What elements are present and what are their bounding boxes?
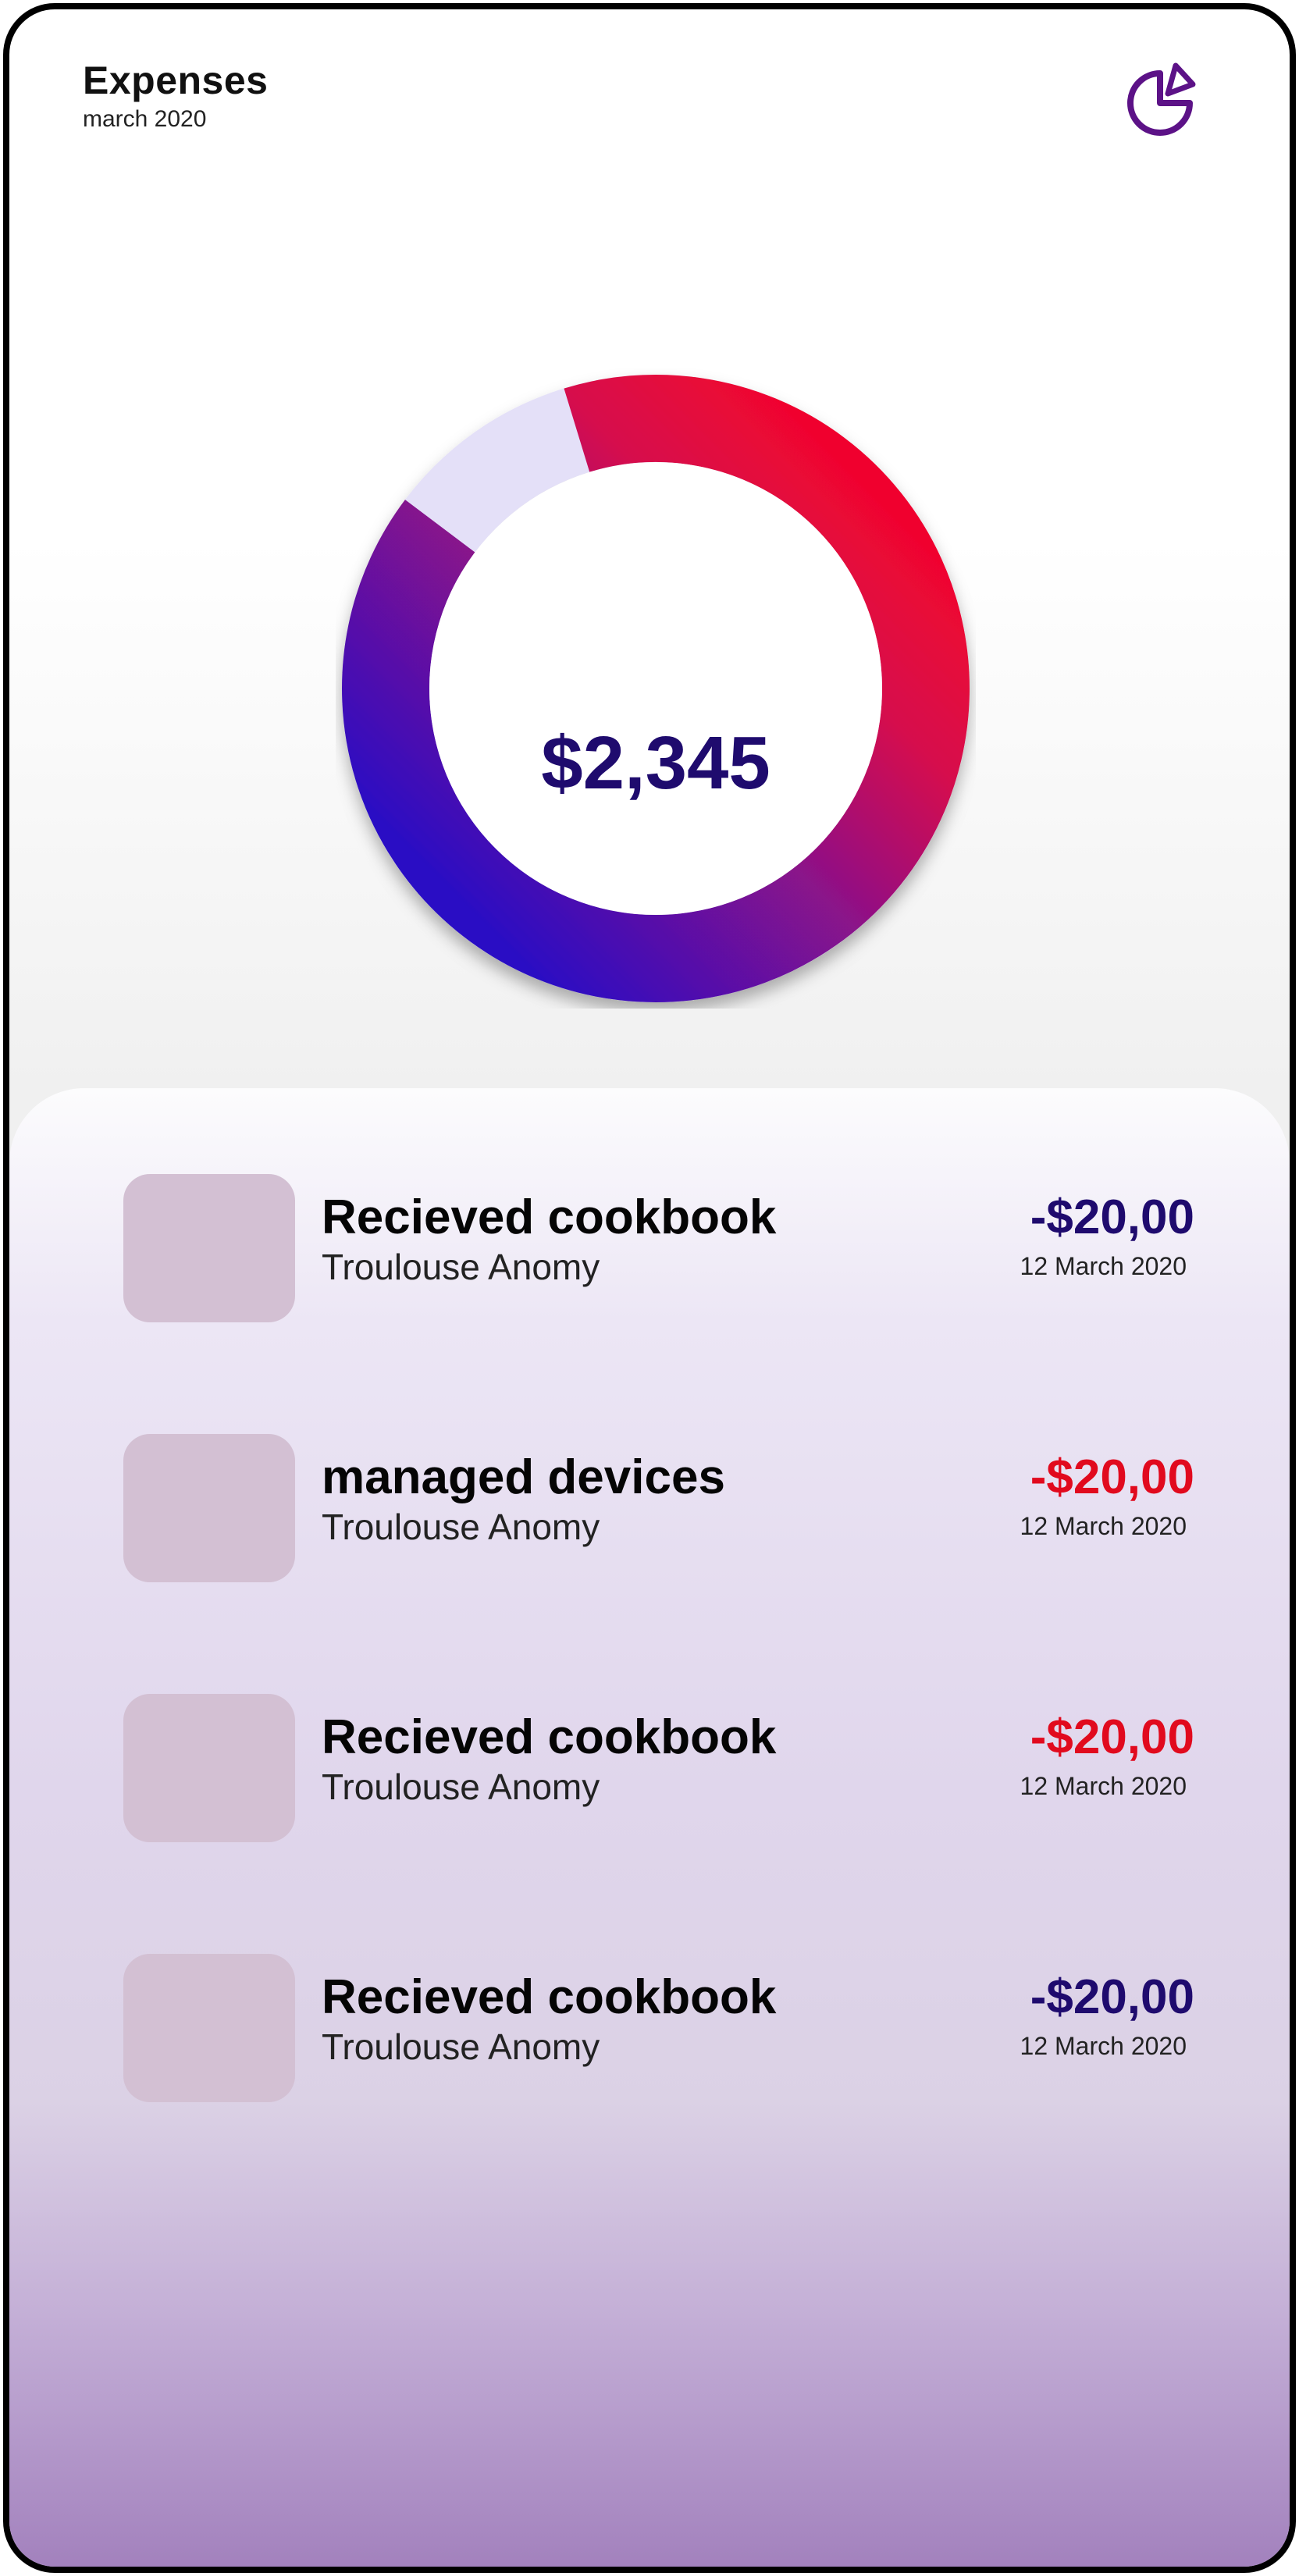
transaction-thumbnail [123,1174,295,1322]
transaction-row[interactable]: Recieved cookbook Troulouse Anomy -$20,0… [9,1954,1290,2110]
page-title: Expenses [83,59,269,102]
transaction-row[interactable]: Recieved cookbook Troulouse Anomy -$20,0… [9,1174,1290,1330]
transaction-title: Recieved cookbook [322,1190,777,1244]
transaction-thumbnail [123,1694,295,1842]
transaction-date: 12 March 2020 [1020,1512,1187,1540]
transaction-subtitle: Troulouse Anomy [322,1507,600,1547]
transaction-amount: -$20,00 [1030,1190,1194,1244]
transaction-date: 12 March 2020 [1020,1772,1187,1800]
expense-donut-chart [342,375,970,1002]
transaction-subtitle: Troulouse Anomy [322,1767,600,1807]
phone-frame: Expenses march 2020 $2,345 Recieved cook… [3,3,1296,2573]
pie-chart-icon[interactable] [1121,58,1199,136]
transaction-row[interactable]: managed devices Troulouse Anomy -$20,00 … [9,1434,1290,1590]
transaction-date: 12 March 2020 [1020,2032,1187,2060]
transaction-row[interactable]: Recieved cookbook Troulouse Anomy -$20,0… [9,1694,1290,1850]
transaction-title: Recieved cookbook [322,1710,777,1764]
transaction-title: managed devices [322,1450,725,1504]
transactions-sheet: Recieved cookbook Troulouse Anomy -$20,0… [9,1088,1290,2567]
transaction-title: Recieved cookbook [322,1970,777,2024]
transaction-amount: -$20,00 [1030,1710,1194,1764]
transaction-thumbnail [123,1954,295,2102]
pie-chart-glyph [1127,62,1196,136]
donut-hole [429,462,882,915]
transaction-amount: -$20,00 [1030,1450,1194,1504]
page-subtitle: march 2020 [83,106,207,132]
transaction-subtitle: Troulouse Anomy [322,1247,600,1287]
total-amount: $2,345 [541,721,771,805]
transaction-thumbnail [123,1434,295,1582]
transaction-subtitle: Troulouse Anomy [322,2026,600,2067]
transaction-date: 12 March 2020 [1020,1252,1187,1280]
transaction-amount: -$20,00 [1030,1970,1194,2024]
